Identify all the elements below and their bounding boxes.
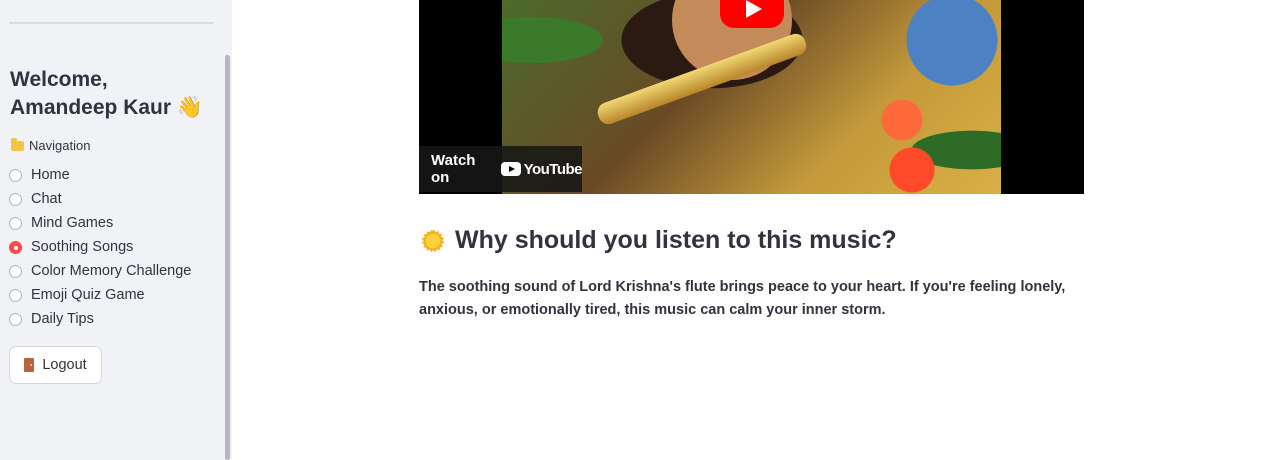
folder-icon [11, 137, 24, 151]
section-heading-text: Why should you listen to this music? [455, 226, 897, 254]
radio-icon[interactable] [9, 264, 22, 278]
nav-item-label: Daily Tips [31, 311, 94, 327]
nav-item-daily-tips[interactable]: Daily Tips [9, 307, 191, 331]
sidebar-divider [9, 22, 214, 24]
nav-item-label: Soothing Songs [31, 239, 134, 255]
navigation-heading-label: Navigation [29, 138, 91, 153]
radio-icon[interactable] [9, 168, 22, 182]
nav-item-label: Chat [31, 191, 62, 207]
sidebar: Welcome, Amandeep Kaur 👋 Navigation Home… [0, 0, 232, 460]
section-heading: Why should you listen to this music? [421, 226, 897, 255]
youtube-video-player[interactable]: Watch on YouTube [419, 0, 1084, 194]
youtube-brand-label: YouTube [523, 160, 583, 178]
watch-on-youtube-button[interactable]: Watch on YouTube [419, 146, 583, 192]
door-icon [24, 358, 35, 372]
youtube-play-icon [500, 162, 521, 176]
nav-item-home[interactable]: Home [9, 163, 191, 187]
logout-button[interactable]: Logout [9, 346, 102, 384]
navigation-radio-group: Home Chat Mind Games Soothing Songs Colo… [9, 163, 191, 331]
sun-icon [421, 228, 445, 253]
radio-icon[interactable] [9, 192, 22, 206]
logout-label: Logout [42, 357, 87, 373]
radio-icon[interactable] [9, 288, 22, 302]
welcome-title: Welcome, Amandeep Kaur 👋 [10, 68, 204, 119]
sidebar-scrollbar[interactable] [225, 55, 230, 460]
nav-item-label: Mind Games [31, 215, 114, 231]
nav-item-chat[interactable]: Chat [9, 187, 191, 211]
radio-icon[interactable] [9, 312, 22, 326]
nav-item-label: Color Memory Challenge [31, 263, 192, 279]
play-icon[interactable] [720, 0, 784, 28]
thumbnail-garland [872, 90, 942, 194]
nav-item-label: Home [31, 167, 70, 183]
navigation-heading: Navigation [11, 137, 91, 153]
nav-item-emoji-quiz-game[interactable]: Emoji Quiz Game [9, 283, 191, 307]
watch-on-label: Watch on [431, 152, 476, 186]
radio-selected-icon[interactable] [9, 240, 22, 254]
nav-item-label: Emoji Quiz Game [31, 287, 145, 303]
description-paragraph: The soothing sound of Lord Krishna's flu… [419, 279, 1066, 318]
nav-item-color-memory-challenge[interactable]: Color Memory Challenge [9, 259, 191, 283]
youtube-logo: YouTube [500, 160, 583, 178]
nav-item-soothing-songs[interactable]: Soothing Songs [9, 235, 191, 259]
nav-item-mind-games[interactable]: Mind Games [9, 211, 191, 235]
radio-icon[interactable] [9, 216, 22, 230]
